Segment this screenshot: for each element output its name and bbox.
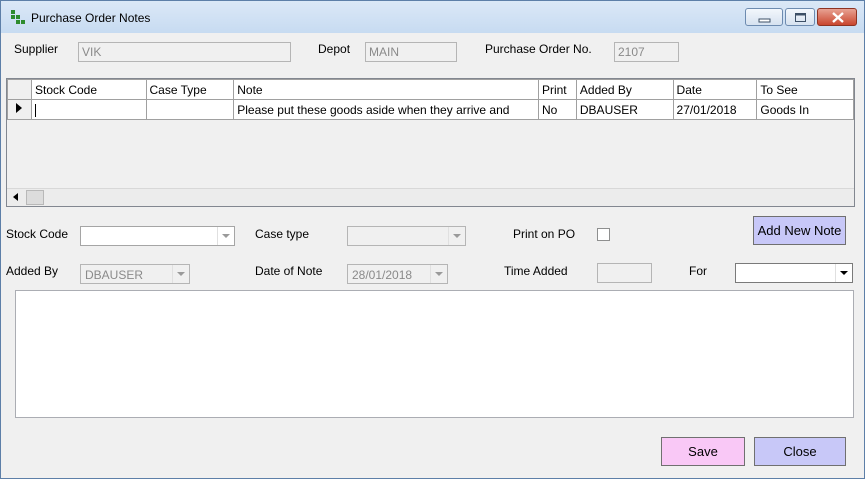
- close-window-button[interactable]: [817, 8, 857, 26]
- added-by-value: DBAUSER: [85, 268, 144, 282]
- column-header-to-see[interactable]: To See: [756, 79, 854, 100]
- cell-date[interactable]: 27/01/2018: [672, 99, 758, 120]
- chevron-down-icon[interactable]: [217, 227, 234, 245]
- grid-corner: [7, 79, 32, 100]
- stock-code-combo[interactable]: [80, 226, 235, 246]
- purchase-order-notes-window: Purchase Order Notes Supplier VIK Depot …: [0, 0, 865, 479]
- row-pointer-icon: [16, 103, 22, 113]
- note-text-area[interactable]: [15, 290, 854, 418]
- column-header-case-type[interactable]: Case Type: [145, 79, 235, 100]
- purchase-order-field[interactable]: 2107: [614, 42, 679, 62]
- cell-case-type[interactable]: [145, 99, 235, 120]
- column-header-added-by[interactable]: Added By: [575, 79, 674, 100]
- chevron-down-icon[interactable]: [448, 227, 465, 245]
- case-type-label: Case type: [255, 227, 310, 241]
- date-of-note-label: Date of Note: [255, 264, 323, 278]
- cell-stock-code[interactable]: [30, 99, 147, 120]
- maximize-button[interactable]: [785, 8, 815, 26]
- for-label: For: [689, 264, 707, 278]
- notes-grid[interactable]: Stock Code Case Type Note Print Added By…: [6, 78, 855, 207]
- chevron-down-icon[interactable]: [172, 265, 189, 283]
- column-header-stock-code[interactable]: Stock Code: [30, 79, 147, 100]
- time-added-field[interactable]: [597, 263, 652, 283]
- save-button[interactable]: Save: [661, 437, 745, 466]
- minimize-button[interactable]: [745, 8, 783, 26]
- maximize-icon: [795, 13, 806, 22]
- title-bar[interactable]: Purchase Order Notes: [1, 1, 864, 33]
- grid-header-row: Stock Code Case Type Note Print Added By…: [7, 79, 854, 100]
- print-on-po-checkbox[interactable]: [597, 228, 610, 241]
- print-on-po-label: Print on PO: [513, 227, 576, 241]
- cell-added-by[interactable]: DBAUSER: [575, 99, 674, 120]
- cell-to-see[interactable]: Goods In: [756, 99, 854, 120]
- row-selector[interactable]: [7, 99, 32, 120]
- depot-field[interactable]: MAIN: [365, 42, 457, 62]
- supplier-field[interactable]: VIK: [78, 42, 291, 62]
- case-type-combo[interactable]: [347, 226, 466, 246]
- supplier-label: Supplier: [14, 42, 59, 56]
- cell-note[interactable]: Please put these goods aside when they a…: [233, 99, 539, 120]
- scroll-left-icon[interactable]: [8, 189, 24, 205]
- column-header-note[interactable]: Note: [233, 79, 539, 100]
- text-caret: [34, 103, 36, 117]
- added-by-label: Added By: [6, 264, 59, 278]
- horizontal-scrollbar[interactable]: [7, 188, 854, 206]
- table-row[interactable]: Please put these goods aside when they a…: [7, 99, 854, 120]
- stock-code-label: Stock Code: [6, 227, 69, 241]
- date-of-note-picker[interactable]: 28/01/2018: [347, 264, 448, 284]
- for-combo[interactable]: [735, 263, 853, 283]
- cell-print[interactable]: No: [537, 99, 577, 120]
- window-title: Purchase Order Notes: [31, 11, 151, 25]
- purchase-order-label: Purchase Order No.: [485, 42, 592, 56]
- depot-label: Depot: [318, 42, 351, 56]
- time-added-label: Time Added: [504, 264, 568, 278]
- column-header-print[interactable]: Print: [537, 79, 577, 100]
- add-new-note-button[interactable]: Add New Note: [753, 216, 846, 245]
- close-button[interactable]: Close: [754, 437, 846, 466]
- app-grid-icon: [11, 10, 25, 24]
- chevron-down-icon[interactable]: [430, 265, 447, 283]
- added-by-combo[interactable]: DBAUSER: [80, 264, 190, 284]
- column-header-date[interactable]: Date: [672, 79, 758, 100]
- close-icon: [832, 12, 844, 23]
- date-of-note-value: 28/01/2018: [352, 268, 413, 282]
- scrollbar-thumb[interactable]: [26, 190, 44, 205]
- minimize-icon: [758, 18, 771, 23]
- chevron-down-icon[interactable]: [835, 264, 852, 282]
